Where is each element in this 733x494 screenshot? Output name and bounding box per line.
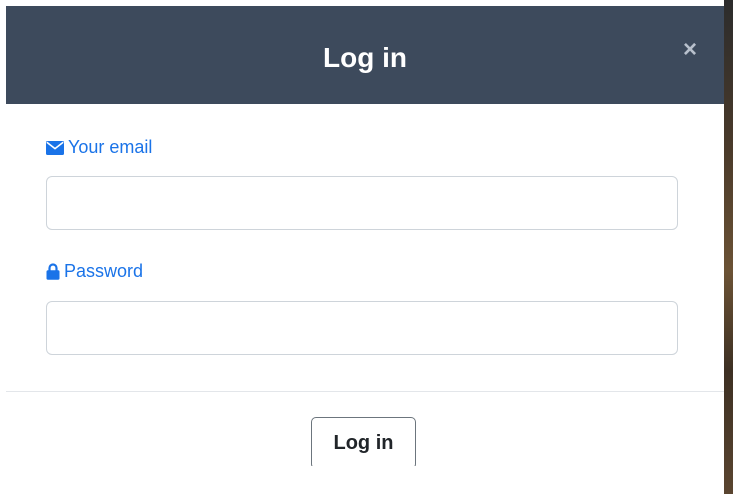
password-label-text: Password [64, 261, 144, 281]
modal-header: Log in × [6, 6, 724, 104]
close-icon: × [682, 36, 697, 63]
background-edge [724, 0, 733, 494]
email-field[interactable] [46, 176, 678, 230]
envelope-icon [46, 140, 64, 155]
background-bottom [0, 466, 724, 494]
password-label: Password [46, 261, 143, 282]
lock-icon [46, 263, 60, 280]
email-label-text: Your email [68, 137, 153, 157]
close-button[interactable]: × [680, 38, 700, 62]
footer-divider [6, 391, 724, 392]
login-button[interactable]: Log in [311, 417, 416, 466]
password-field[interactable] [46, 301, 678, 355]
page: Log in × Your email Password Log in [0, 0, 733, 494]
email-label: Your email [46, 137, 152, 158]
modal-title: Log in [323, 42, 407, 73]
login-modal: Log in × Your email Password Log in [6, 6, 724, 466]
